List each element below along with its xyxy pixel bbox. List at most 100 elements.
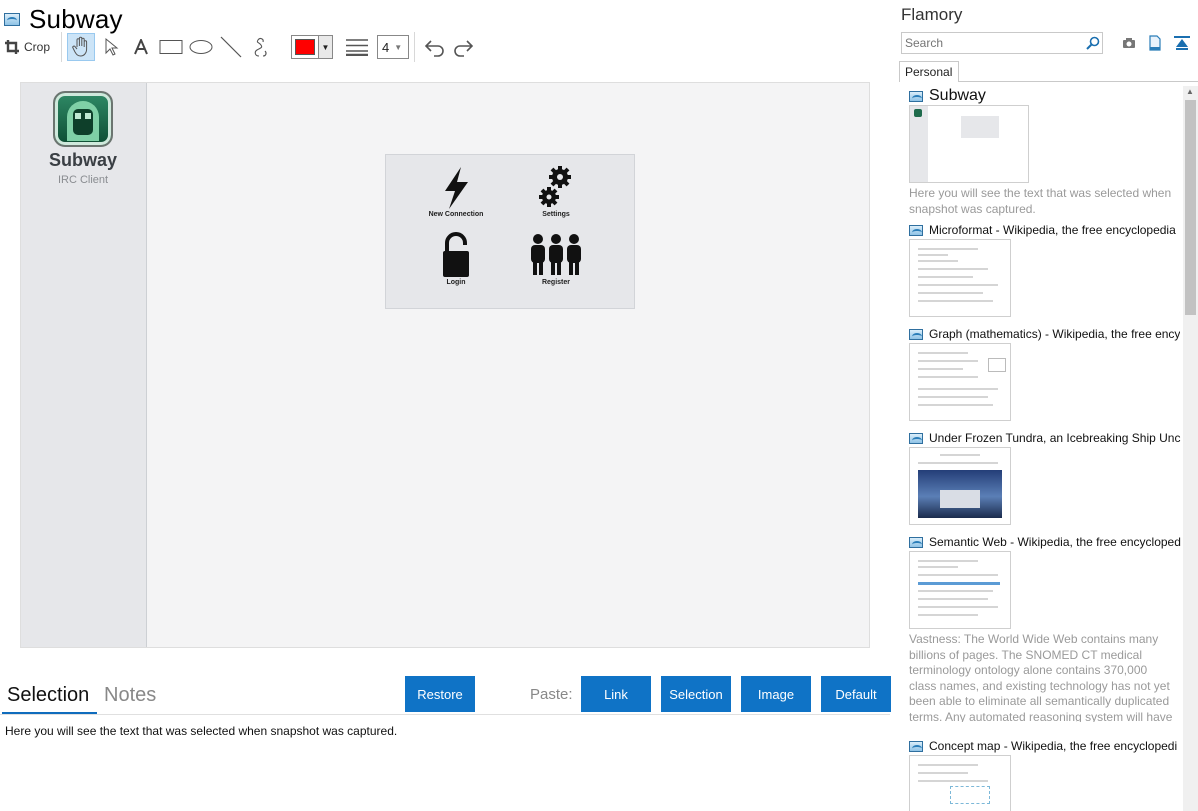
crop-label: Crop — [24, 40, 51, 54]
snapshot-app-desc: IRC Client — [57, 174, 109, 186]
paste-link-button[interactable]: Link — [581, 676, 651, 712]
search-icon[interactable] — [1086, 36, 1100, 50]
redo-icon — [454, 40, 474, 57]
entry-title: Concept map - Wikipedia, the free encycl… — [929, 739, 1178, 753]
hand-tool-button[interactable] — [67, 33, 96, 61]
page-icon — [909, 224, 923, 236]
entry-thumbnail — [909, 447, 1011, 525]
paste-selection-button[interactable]: Selection — [661, 676, 731, 712]
freehand-tool-button[interactable] — [247, 33, 275, 61]
title-row: Subway — [4, 4, 123, 34]
rectangle-icon — [159, 40, 183, 54]
hand-icon — [72, 36, 88, 57]
page-icon — [909, 536, 923, 548]
page-icon — [909, 432, 923, 444]
rectangle-tool-button[interactable] — [157, 33, 185, 61]
entry-title: Graph (mathematics) - Wikipedia, the fre… — [929, 327, 1181, 341]
tab-personal[interactable]: Personal — [899, 61, 959, 82]
tabs-divider — [0, 714, 890, 715]
snapshot-sidebar: Subway IRC Client — [21, 83, 147, 647]
select-tool-button[interactable] — [97, 33, 125, 61]
snapshot-app-name: Subway — [48, 150, 118, 170]
list-item[interactable]: Concept map - Wikipedia, the free encycl… — [909, 738, 1181, 811]
list-item[interactable]: Graph (mathematics) - Wikipedia, the fre… — [909, 326, 1181, 421]
toolbar-divider — [414, 32, 416, 62]
ellipse-icon — [189, 40, 213, 54]
pin-top-icon[interactable] — [1173, 35, 1191, 51]
window-title: Subway — [29, 3, 123, 34]
tab-selection[interactable]: Selection — [7, 684, 89, 707]
tab-divider — [959, 81, 1198, 82]
cursor-arrow-icon — [105, 37, 119, 56]
entry-title: Semantic Web - Wikipedia, the free encyc… — [929, 535, 1181, 549]
entry-thumbnail — [909, 239, 1011, 317]
line-tool-button[interactable] — [217, 33, 245, 61]
undo-button[interactable] — [420, 33, 448, 61]
chevron-down-icon: ▼ — [394, 42, 403, 52]
list-item[interactable]: Semantic Web - Wikipedia, the free encyc… — [909, 534, 1181, 722]
crop-icon — [5, 40, 19, 54]
toolbar: Crop ▼ 4 ▼ — [4, 32, 480, 62]
list-item[interactable]: Under Frozen Tundra, an Icebreaking Ship… — [909, 430, 1181, 525]
flamory-side-panel: Flamory Personal Subway — [893, 0, 1198, 811]
document-icon[interactable] — [1146, 35, 1164, 51]
entry-thumbnail — [909, 343, 1011, 421]
flamory-app-icon — [4, 12, 20, 26]
line-width-button[interactable] — [343, 33, 371, 61]
crop-button[interactable]: Crop — [4, 33, 54, 61]
snapshot-menu: New Connection Settings Login Register — [385, 154, 635, 309]
chevron-down-icon: ▼ — [318, 36, 333, 58]
lightning-bolt-icon — [445, 167, 468, 209]
menu-label: Register — [541, 279, 570, 286]
page-icon — [909, 740, 923, 752]
bottom-tabs-row: Selection Notes Restore Paste: Link Sele… — [0, 672, 893, 716]
list-item[interactable]: Microformat - Wikipedia, the free encycl… — [909, 222, 1181, 317]
snapshot-list: Subway Here you will see the text that w… — [893, 86, 1183, 811]
search-box[interactable] — [901, 32, 1103, 54]
undo-icon — [424, 40, 444, 57]
entry-title: Under Frozen Tundra, an Icebreaking Ship… — [929, 431, 1181, 445]
padlock-icon — [443, 232, 469, 277]
line-width-select[interactable]: 4 ▼ — [377, 35, 410, 59]
tab-notes[interactable]: Notes — [104, 684, 156, 707]
line-width-value: 4 — [382, 39, 390, 55]
ellipse-tool-button[interactable] — [187, 33, 215, 61]
snapshot-canvas[interactable]: Subway IRC Client New Connection Setting… — [20, 82, 870, 648]
selection-text[interactable]: Here you will see the text that was sele… — [5, 724, 397, 738]
menu-label: Settings — [542, 211, 570, 218]
entry-title: Microformat - Wikipedia, the free encycl… — [929, 223, 1176, 237]
entry-title: Subway — [929, 87, 986, 104]
line-width-icon — [346, 39, 369, 56]
entry-thumbnail — [909, 105, 1029, 183]
scrollbar-thumb[interactable] — [1185, 100, 1196, 315]
entry-thumbnail — [909, 755, 1011, 811]
menu-settings[interactable]: Settings — [496, 165, 616, 218]
restore-button[interactable]: Restore — [405, 676, 475, 712]
color-picker[interactable]: ▼ — [291, 35, 334, 59]
scroll-up-icon[interactable]: ▲ — [1186, 87, 1194, 96]
text-a-icon — [134, 39, 148, 55]
side-title: Flamory — [901, 5, 963, 24]
main-pane: Subway Crop ▼ 4 ▼ Subway IRC Client New … — [0, 0, 893, 811]
color-swatch — [295, 39, 316, 55]
list-item[interactable]: Subway Here you will see the text that w… — [909, 87, 1181, 217]
page-icon — [909, 328, 923, 340]
redo-button[interactable] — [450, 33, 478, 61]
entry-note: Here you will see the text that was sele… — [909, 186, 1172, 216]
toolbar-divider — [61, 32, 63, 62]
people-icon — [531, 234, 581, 275]
freehand-squiggle-icon — [254, 37, 267, 57]
menu-register[interactable]: Register — [496, 233, 616, 286]
paste-default-button[interactable]: Default — [821, 676, 891, 712]
subway-logo-icon — [53, 91, 113, 147]
paste-label: Paste: — [530, 686, 573, 703]
text-tool-button[interactable] — [127, 33, 155, 61]
search-input[interactable] — [902, 33, 1082, 53]
paste-image-button[interactable]: Image — [741, 676, 811, 712]
gears-icon — [539, 166, 571, 207]
entry-note: Vastness: The World Wide Web contains ma… — [909, 632, 1173, 722]
line-icon — [220, 36, 242, 58]
entry-thumbnail — [909, 551, 1011, 629]
camera-icon[interactable] — [1120, 35, 1138, 51]
page-icon — [909, 90, 923, 102]
